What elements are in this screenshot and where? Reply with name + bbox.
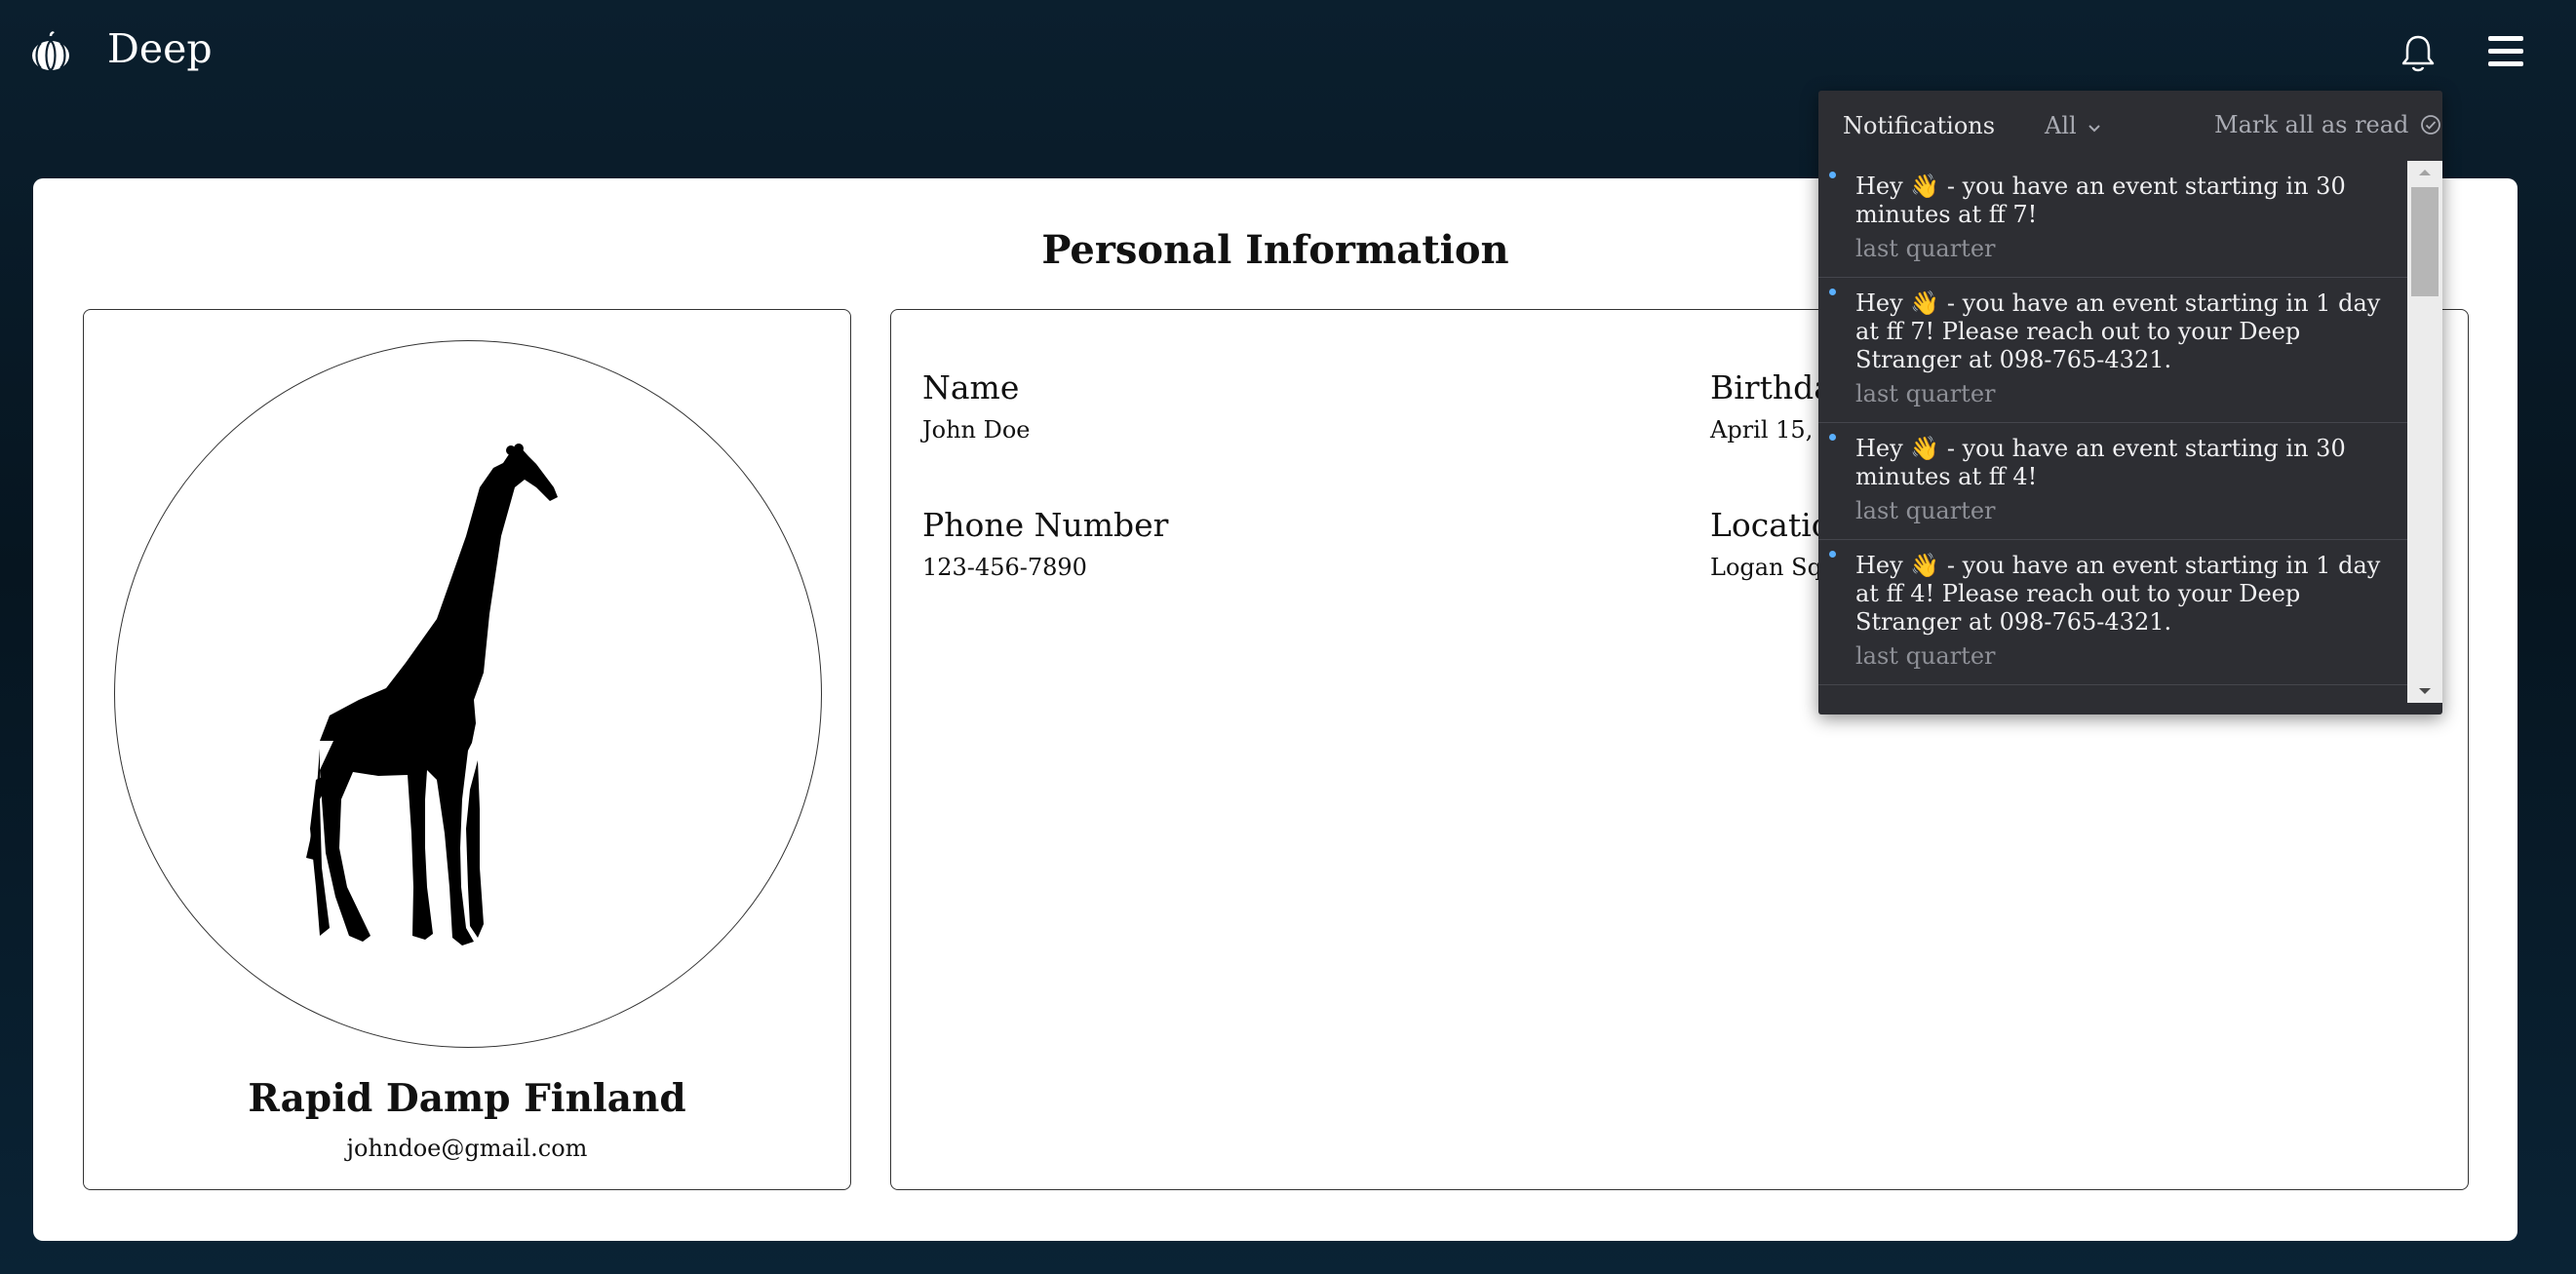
field-phone: Phone Number 123-456-7890 bbox=[922, 506, 1168, 581]
notification-item[interactable]: Hey 👋 - you have an event starting in 1 … bbox=[1818, 278, 2407, 423]
notification-text: Hey 👋 - you have an event starting in 1 … bbox=[1855, 552, 2381, 636]
unread-dot bbox=[1829, 172, 1836, 178]
filter-label: All bbox=[2045, 112, 2077, 139]
field-value: John Doe bbox=[922, 416, 1031, 444]
unread-dot bbox=[1829, 289, 1836, 295]
field-label: Phone Number bbox=[922, 506, 1169, 544]
notifications-scrollbar[interactable] bbox=[2407, 161, 2442, 703]
notifications-title: Notifications bbox=[1843, 112, 1996, 139]
unread-dot bbox=[1829, 551, 1836, 558]
scroll-up-arrow-icon[interactable] bbox=[2407, 161, 2442, 184]
pumpkin-logo-icon[interactable] bbox=[29, 31, 72, 74]
profile-panel: Rapid Damp Finland johndoe@gmail.com bbox=[83, 309, 851, 1190]
notification-item[interactable]: Hey 👋 - you have an event starting in 30… bbox=[1818, 423, 2407, 540]
mark-all-read-label: Mark all as read bbox=[2214, 111, 2409, 138]
field-name: Name John Doe bbox=[922, 368, 1031, 444]
notifications-header: Notifications All Mark all as read bbox=[1818, 91, 2442, 161]
notification-text: Hey 👋 - you have an event starting in 30… bbox=[1855, 435, 2346, 490]
notification-text: Hey 👋 - you have an event starting in 30… bbox=[1855, 173, 2346, 228]
profile-email: johndoe@gmail.com bbox=[346, 1135, 588, 1162]
profile-display-name: Rapid Damp Finland bbox=[248, 1076, 686, 1121]
notification-item[interactable]: Hey 👋 - you have an event starting in 1 … bbox=[1818, 540, 2407, 685]
field-value: 123-456-7890 bbox=[922, 554, 1087, 581]
notifications-list[interactable]: Hey 👋 - you have an event starting in 30… bbox=[1818, 161, 2407, 703]
mark-all-read-button[interactable]: Mark all as read bbox=[2214, 111, 2441, 138]
scroll-down-arrow-icon[interactable] bbox=[2407, 679, 2442, 703]
notification-time: last quarter bbox=[1855, 380, 1996, 407]
giraffe-silhouette-icon bbox=[306, 444, 558, 946]
app-brand-name[interactable]: Deep bbox=[107, 25, 213, 72]
notification-time: last quarter bbox=[1855, 497, 1996, 524]
scrollbar-thumb[interactable] bbox=[2411, 187, 2439, 296]
notification-time: last quarter bbox=[1855, 642, 1996, 670]
check-circle-icon bbox=[2421, 115, 2440, 135]
notification-item[interactable]: Hey 👋 - you have an event starting in 30… bbox=[1818, 161, 2407, 278]
chevron-down-icon bbox=[2088, 125, 2101, 133]
notification-time: last quarter bbox=[1855, 235, 1996, 262]
bell-icon[interactable] bbox=[2399, 33, 2438, 74]
field-label: Name bbox=[922, 368, 1020, 406]
hamburger-menu-icon[interactable] bbox=[2486, 33, 2525, 70]
notifications-dropdown[interactable]: Notifications All Mark all as read Hey 👋… bbox=[1818, 91, 2442, 714]
notification-text: Hey 👋 - you have an event starting in 1 … bbox=[1855, 290, 2381, 373]
notifications-filter-select[interactable]: All bbox=[2045, 112, 2101, 139]
avatar[interactable] bbox=[114, 340, 822, 1048]
unread-dot bbox=[1829, 434, 1836, 441]
